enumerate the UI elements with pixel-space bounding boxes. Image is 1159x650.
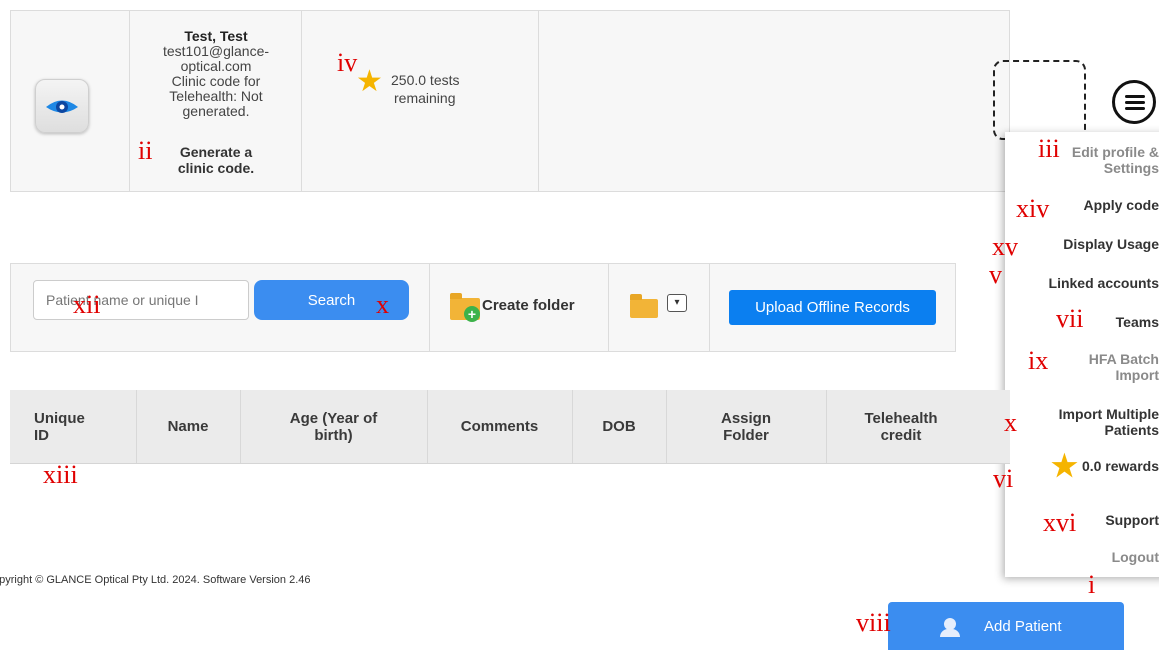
header-divider <box>301 11 302 191</box>
user-name: Test, Test <box>184 28 248 44</box>
create-folder-icon[interactable]: + <box>450 293 480 322</box>
menu-item-rewards[interactable]: ★ 0.0 rewards <box>1051 452 1159 482</box>
copyright-text: opyright © GLANCE Optical Pty Ltd. 2024.… <box>0 574 311 586</box>
star-icon: ★ <box>1051 450 1078 484</box>
marker-vii: vii <box>1056 304 1084 333</box>
menu-item-support[interactable]: Support <box>1105 512 1159 528</box>
menu-item-apply-code[interactable]: Apply code <box>1084 197 1159 213</box>
user-email: test101@glance-optical.com <box>162 43 270 74</box>
menu-item-display-usage[interactable]: Display Usage <box>1063 236 1159 252</box>
menu-item-linked-accounts[interactable]: Linked accounts <box>1049 275 1159 291</box>
highlight-box <box>993 60 1086 140</box>
marker-iii: iii <box>1038 134 1060 163</box>
marker-xiii: xiii <box>43 460 78 489</box>
header-divider <box>538 11 539 191</box>
column-comments[interactable]: Comments <box>427 390 572 463</box>
marker-viii: viii <box>856 608 891 637</box>
menu-item-hfa-batch-import[interactable]: HFA Batch Import <box>1089 351 1159 383</box>
generate-clinic-code-link[interactable]: Generate a clinic code. <box>131 144 301 176</box>
marker-i: i <box>1088 570 1096 599</box>
column-dob[interactable]: DOB <box>572 390 666 463</box>
marker-v: v <box>989 260 1002 289</box>
star-icon: ★ <box>356 65 383 98</box>
glance-eye-logo-icon <box>35 79 89 133</box>
column-telehealth-credit[interactable]: Telehealth credit <box>826 390 976 463</box>
marker-ii: ii <box>138 136 153 165</box>
marker-x-search: x <box>376 290 389 319</box>
marker-xiv: xiv <box>1016 194 1050 223</box>
folder-icon <box>630 294 658 318</box>
toolbar-divider <box>709 264 710 351</box>
menu-item-logout[interactable]: Logout <box>1112 549 1159 565</box>
profile-header: Test, Test test101@glance-optical.com Cl… <box>10 10 1010 192</box>
hamburger-menu-icon[interactable] <box>1112 80 1156 124</box>
menu-item-teams[interactable]: Teams <box>1116 314 1159 330</box>
menu-item-edit-profile[interactable]: Edit profile & Settings <box>1072 144 1159 176</box>
clinic-code-status: Clinic code for Telehealth: Not generated. <box>169 73 263 119</box>
column-assign-folder[interactable]: Assign Folder <box>666 390 826 463</box>
column-age[interactable]: Age (Year of birth) <box>240 390 427 463</box>
create-folder-button[interactable]: Create folder <box>482 297 575 314</box>
toolbar-divider <box>429 264 430 351</box>
column-name[interactable]: Name <box>136 390 240 463</box>
marker-vi: vi <box>993 464 1014 493</box>
toolbar-divider <box>608 264 609 351</box>
marker-xvi: xvi <box>1043 508 1077 537</box>
patient-search-input[interactable] <box>33 280 249 320</box>
column-unique-id[interactable]: Unique ID <box>10 390 106 463</box>
folder-select-dropdown[interactable]: ▾ <box>667 294 687 312</box>
patient-table-header: Unique ID Name Age (Year of birth) Comment… <box>10 390 1010 464</box>
marker-x-import: x <box>1004 408 1017 437</box>
marker-xii: xii <box>73 290 101 319</box>
user-info: Test, Test test101@glance-optical.com Cl… <box>131 29 301 119</box>
marker-ix: ix <box>1028 346 1049 375</box>
upload-offline-records-button[interactable]: Upload Offline Records <box>729 290 936 325</box>
add-patient-button[interactable]: Add Patient <box>888 602 1124 650</box>
marker-xv: xv <box>992 232 1018 261</box>
header-divider <box>129 11 130 191</box>
menu-item-import-multiple-patients[interactable]: Import Multiple Patients <box>1059 406 1159 438</box>
marker-iv: iv <box>337 48 358 77</box>
